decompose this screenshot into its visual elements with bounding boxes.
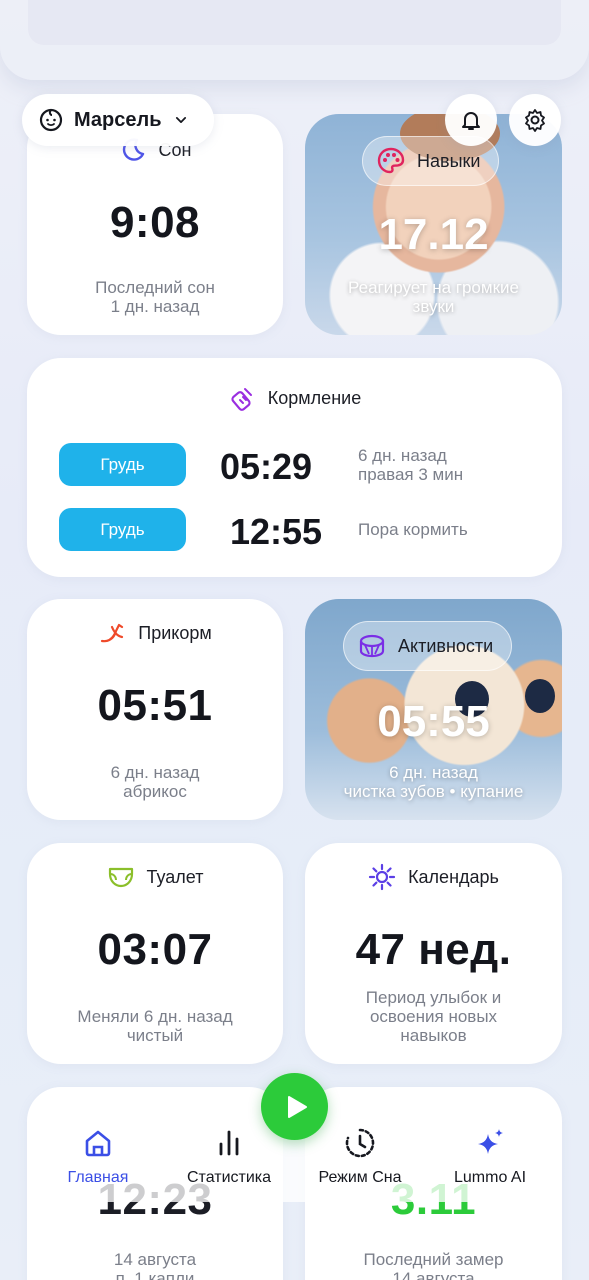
solids-card[interactable]: Прикорм 05:51 6 дн. назад абрикос (27, 599, 283, 820)
diaper-icon (108, 867, 133, 888)
skills-card[interactable]: Навыки 17.12 Реагирует на громкие звуки (305, 114, 562, 335)
calendar-value: 47 нед. (355, 925, 512, 974)
feeding-card-title: Кормление (27, 384, 562, 412)
nav-sleep-mode[interactable]: Режим Сна (300, 1126, 420, 1187)
sleep-line2: 1 дн. назад (110, 297, 200, 316)
nav-statistics[interactable]: Статистика (169, 1126, 289, 1187)
feeding-note-2: Пора кормить (358, 520, 468, 539)
bar-chart-icon (219, 1130, 239, 1156)
solids-line1: 6 дн. назад (110, 763, 200, 782)
activities-value: 05:55 (377, 697, 490, 746)
nav-home-label: Главная (67, 1169, 129, 1186)
nav-lummo-label: Lummo AI (453, 1169, 527, 1186)
sleep-line1: Последний сон (95, 278, 215, 297)
gear-icon (525, 109, 545, 132)
activities-card[interactable]: Активности 05:55 6 дн. назад чистка зубо… (305, 599, 562, 820)
feeding-time-1: 05:29 (220, 446, 313, 487)
calendar-line2: освоения новых (369, 1007, 498, 1026)
bottom-right-line1: Последний замер (363, 1250, 504, 1269)
feeding-note-1a: 6 дн. назад (358, 446, 447, 465)
toilet-line2: чистый (126, 1026, 184, 1045)
baby-face-icon (39, 108, 63, 132)
activities-pill: Активности (343, 621, 513, 671)
solids-card-title: Прикорм (27, 619, 283, 647)
skills-line2: звуки (412, 297, 455, 316)
sleep-card[interactable]: Сон 9:08 Последний сон 1 дн. назад (27, 114, 283, 335)
calendar-line1: Период улыбок и (365, 988, 502, 1007)
settings-button[interactable] (509, 94, 561, 146)
nav-home[interactable]: Главная (38, 1126, 158, 1187)
notifications-button[interactable] (445, 94, 497, 146)
bottom-left-line2: п. 1 капли (115, 1269, 195, 1280)
sparkle-icon (478, 1129, 503, 1154)
bottom-right-line2: 14 августа (392, 1269, 475, 1280)
nav-statistics-label: Статистика (186, 1169, 272, 1186)
toilet-title: Туалет (146, 866, 204, 887)
child-name: Марсель (74, 108, 162, 131)
feeding-note-1b: правая 3 мин (358, 465, 464, 484)
child-selector[interactable]: Марсель (22, 94, 214, 146)
sun-icon (368, 863, 396, 891)
drum-icon (359, 634, 385, 658)
skills-title: Навыки (417, 150, 481, 171)
activities-line1: 6 дн. назад (389, 763, 478, 782)
nav-sleep-label: Режим Сна (318, 1169, 402, 1186)
play-icon (287, 1095, 307, 1118)
solids-line2: абрикос (123, 782, 187, 801)
bell-icon (462, 112, 480, 130)
calendar-card[interactable]: Календарь 47 нед. Период улыбок и освоен… (305, 843, 562, 1064)
solids-title: Прикорм (138, 622, 212, 643)
calendar-card-title: Календарь (305, 863, 562, 891)
solids-value: 05:51 (97, 681, 213, 730)
breast-button-2[interactable]: Грудь (59, 508, 186, 551)
breast-button-1[interactable]: Грудь (59, 443, 186, 486)
banana-icon (101, 623, 124, 643)
sleep-value: 9:08 (109, 198, 201, 247)
nav-lummo-ai[interactable]: Lummo AI (430, 1126, 550, 1187)
chevron-down-icon (175, 117, 186, 123)
toilet-card[interactable]: Туалет 03:07 Меняли 6 дн. назад чистый (27, 843, 283, 1064)
skills-line1: Реагирует на громкие (348, 278, 519, 297)
feeding-card[interactable]: Кормление Грудь 05:29 6 дн. назад правая… (27, 358, 562, 577)
toilet-line1: Меняли 6 дн. назад (77, 1007, 233, 1026)
activities-title: Активности (398, 635, 494, 656)
toilet-value: 03:07 (97, 925, 213, 974)
home-icon (85, 1130, 111, 1157)
toilet-card-title: Туалет (27, 863, 283, 891)
top-bar-background (0, 0, 589, 80)
calendar-line3: навыков (400, 1026, 467, 1045)
play-button[interactable] (261, 1073, 328, 1140)
palette-icon (377, 147, 405, 174)
calendar-title: Календарь (408, 866, 499, 887)
activities-line2: чистка зубов • купание (343, 782, 524, 801)
top-bar-inner (28, 0, 561, 45)
skills-value: 17.12 (378, 210, 489, 259)
feeding-time-2: 12:55 (230, 511, 323, 552)
feeding-title: Кормление (267, 387, 362, 408)
bottle-icon (231, 388, 252, 411)
bottom-left-line1: 14 августа (113, 1250, 197, 1269)
sleep-clock-icon (345, 1128, 375, 1158)
